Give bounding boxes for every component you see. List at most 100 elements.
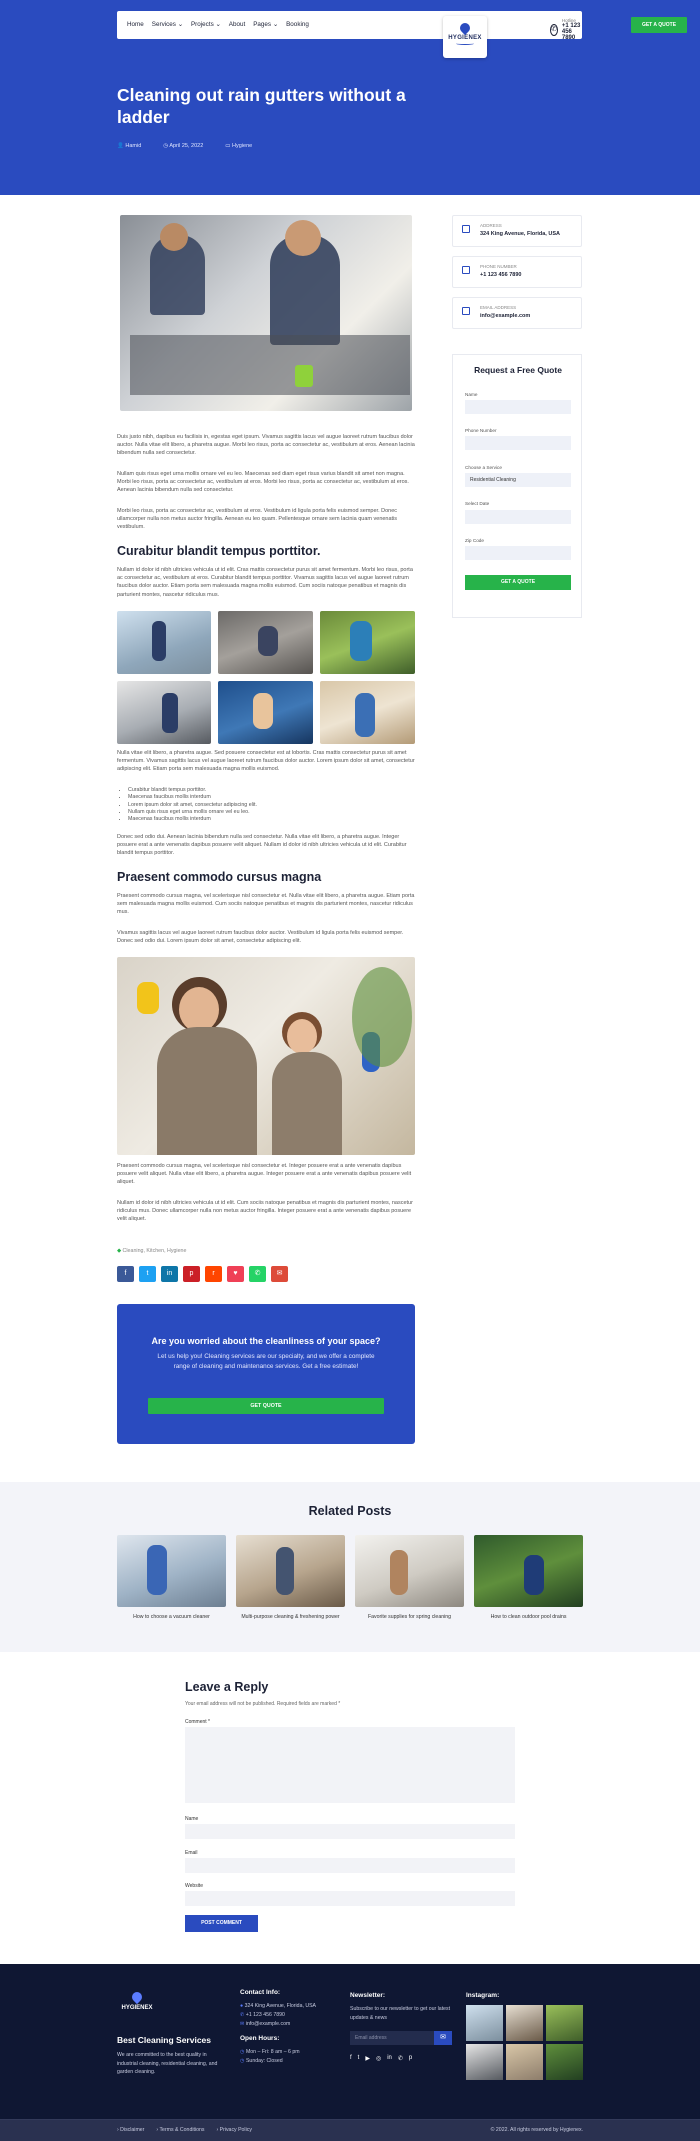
pocket-icon[interactable]: ♥ bbox=[227, 1266, 244, 1282]
email-value[interactable]: info@example.com bbox=[480, 313, 530, 319]
disclaimer-link[interactable]: › Disclaimer bbox=[117, 2127, 144, 2133]
nav-about[interactable]: About bbox=[229, 21, 245, 28]
phone-icon bbox=[462, 266, 470, 274]
related-post-card[interactable]: Favorite supplies for spring cleaning bbox=[355, 1535, 464, 1622]
related-post-title[interactable]: Favorite supplies for spring cleaning bbox=[355, 1614, 464, 1622]
email-input[interactable] bbox=[185, 1858, 515, 1873]
linkedin-icon[interactable]: in bbox=[161, 1266, 178, 1282]
twitter-icon[interactable]: t bbox=[139, 1266, 156, 1282]
post-comment-button[interactable]: POST COMMENT bbox=[185, 1915, 258, 1932]
service-select[interactable]: Residential Cleaning bbox=[465, 473, 571, 487]
nav-projects[interactable]: Projects ⌄ bbox=[191, 21, 221, 28]
pinterest-icon[interactable]: p bbox=[183, 1266, 200, 1282]
email-card: EMAIL ADDRESS info@example.com bbox=[452, 297, 582, 329]
zip-input[interactable] bbox=[465, 546, 571, 560]
terms-link[interactable]: › Terms & Conditions bbox=[156, 2127, 204, 2133]
send-icon[interactable]: ✉ bbox=[434, 2031, 452, 2045]
phone-input[interactable] bbox=[465, 436, 571, 450]
instagram-image[interactable] bbox=[546, 2005, 583, 2041]
related-post-image[interactable] bbox=[355, 1535, 464, 1607]
related-post-card[interactable]: Multi-purpose cleaning & freshening powe… bbox=[236, 1535, 345, 1622]
instagram-image[interactable] bbox=[466, 2044, 503, 2080]
site-logo[interactable]: HYGIENEX bbox=[443, 16, 487, 58]
featured-image bbox=[120, 215, 412, 411]
footer-bottom-bar: › Disclaimer › Terms & Conditions › Priv… bbox=[0, 2119, 700, 2141]
gallery-image[interactable] bbox=[218, 611, 313, 674]
whatsapp-icon[interactable]: ✆ bbox=[398, 2055, 403, 2062]
linkedin-icon[interactable]: in bbox=[387, 2055, 392, 2062]
tags-text[interactable]: Cleaning, Kitchen, Hygiene bbox=[123, 1248, 187, 1254]
paragraph: Vivamus sagittis lacus vel augue laoreet… bbox=[117, 930, 404, 945]
related-post-card[interactable]: How to clean outdoor pool drains bbox=[474, 1535, 583, 1622]
related-post-image[interactable] bbox=[117, 1535, 226, 1607]
related-post-title[interactable]: Multi-purpose cleaning & freshening powe… bbox=[236, 1614, 345, 1622]
footer-logo[interactable]: HYGIENEX bbox=[117, 1989, 157, 2011]
paragraph: Morbi leo risus, porta ac consectetur ac… bbox=[117, 508, 398, 531]
email-icon[interactable]: ✉ bbox=[271, 1266, 288, 1282]
get-quote-button[interactable]: GET A QUOTE bbox=[631, 17, 687, 33]
page-title: Cleaning out rain gutters without a ladd… bbox=[117, 85, 406, 127]
hours-title: Open Hours: bbox=[240, 2035, 280, 2042]
post-author[interactable]: 👤 Hamid bbox=[117, 143, 141, 149]
youtube-icon[interactable]: ▶ bbox=[365, 2055, 370, 2062]
list-item: Maecenas faucibus mollis interdum bbox=[128, 794, 257, 801]
whatsapp-icon[interactable]: ✆ bbox=[249, 1266, 266, 1282]
facebook-icon[interactable]: f bbox=[350, 2055, 352, 2062]
get-quote-cta-button[interactable]: GET QUOTE bbox=[148, 1398, 384, 1414]
section-heading: Curabitur blandit tempus porttitor. bbox=[117, 544, 321, 558]
gallery-image[interactable] bbox=[218, 681, 313, 744]
related-post-image[interactable] bbox=[236, 1535, 345, 1607]
main-menu: Home Services ⌄ Projects ⌄ About Pages ⌄… bbox=[127, 21, 309, 28]
related-post-card[interactable]: How to choose a vacuum cleaner bbox=[117, 1535, 226, 1622]
twitter-icon[interactable]: t bbox=[358, 2055, 360, 2062]
nav-pages[interactable]: Pages ⌄ bbox=[253, 21, 278, 28]
phone-icon: ✆ bbox=[550, 23, 558, 36]
newsletter-input[interactable]: Email address ✉ bbox=[350, 2031, 452, 2045]
share-buttons: f t in p r ♥ ✆ ✉ bbox=[117, 1266, 288, 1282]
newsletter-placeholder: Email address bbox=[355, 2035, 387, 2041]
gallery-image[interactable] bbox=[117, 681, 211, 744]
contact-title: Contact Info: bbox=[240, 1989, 281, 1996]
contact-email[interactable]: info@example.com bbox=[246, 2021, 290, 2027]
name-input[interactable] bbox=[185, 1824, 515, 1839]
comment-textarea[interactable] bbox=[185, 1727, 515, 1803]
nav-services[interactable]: Services ⌄ bbox=[152, 21, 183, 28]
nav-booking[interactable]: Booking bbox=[286, 21, 309, 28]
related-post-title[interactable]: How to clean outdoor pool drains bbox=[474, 1614, 583, 1622]
gallery-image[interactable] bbox=[320, 681, 415, 744]
related-title: Related Posts bbox=[308, 1504, 392, 1518]
hotline[interactable]: ✆ Hotline +1 123 456 7890 bbox=[550, 18, 582, 41]
contact-phone[interactable]: +1 123 456 7890 bbox=[246, 2012, 285, 2018]
footer-heading: Best Cleaning Services bbox=[117, 2035, 212, 2045]
gallery-image[interactable] bbox=[320, 611, 415, 674]
hours-weekdays: Mon – Fri: 8 am – 6 pm bbox=[245, 2049, 300, 2055]
paragraph: Praesent commodo cursus magna, vel scele… bbox=[117, 1163, 412, 1186]
instagram-image[interactable] bbox=[506, 2005, 543, 2041]
list-item: Nullam quis risus eget urna mollis ornar… bbox=[128, 809, 257, 816]
comment-label: Comment * bbox=[185, 1719, 211, 1725]
instagram-image[interactable] bbox=[466, 2005, 503, 2041]
privacy-link[interactable]: › Privacy Policy bbox=[216, 2127, 251, 2133]
phone-value[interactable]: +1 123 456 7890 bbox=[480, 272, 521, 278]
facebook-icon[interactable]: f bbox=[117, 1266, 134, 1282]
reddit-icon[interactable]: r bbox=[205, 1266, 222, 1282]
website-input[interactable] bbox=[185, 1891, 515, 1906]
nav-home[interactable]: Home bbox=[127, 21, 144, 28]
related-post-title[interactable]: How to choose a vacuum cleaner bbox=[117, 1614, 226, 1622]
name-input[interactable] bbox=[465, 400, 571, 414]
post-category[interactable]: ▭ Hygiene bbox=[225, 143, 252, 149]
folder-icon: ▭ bbox=[225, 143, 233, 149]
name-label: Name bbox=[185, 1816, 199, 1822]
date-input[interactable] bbox=[465, 510, 571, 524]
instagram-icon[interactable]: ◎ bbox=[376, 2055, 381, 2062]
instagram-image[interactable] bbox=[546, 2044, 583, 2080]
website-label: Website bbox=[185, 1883, 203, 1889]
instagram-title: Instagram: bbox=[466, 1992, 500, 1999]
related-post-image[interactable] bbox=[474, 1535, 583, 1607]
pinterest-icon[interactable]: p bbox=[409, 2055, 412, 2062]
paragraph: Donec sed odio dui. Aenean lacinia biben… bbox=[117, 834, 407, 857]
instagram-image[interactable] bbox=[506, 2044, 543, 2080]
form-submit-button[interactable]: GET A QUOTE bbox=[465, 575, 571, 590]
gallery-image[interactable] bbox=[117, 611, 211, 674]
address-card: ADDRESS 324 King Avenue, Florida, USA bbox=[452, 215, 582, 247]
